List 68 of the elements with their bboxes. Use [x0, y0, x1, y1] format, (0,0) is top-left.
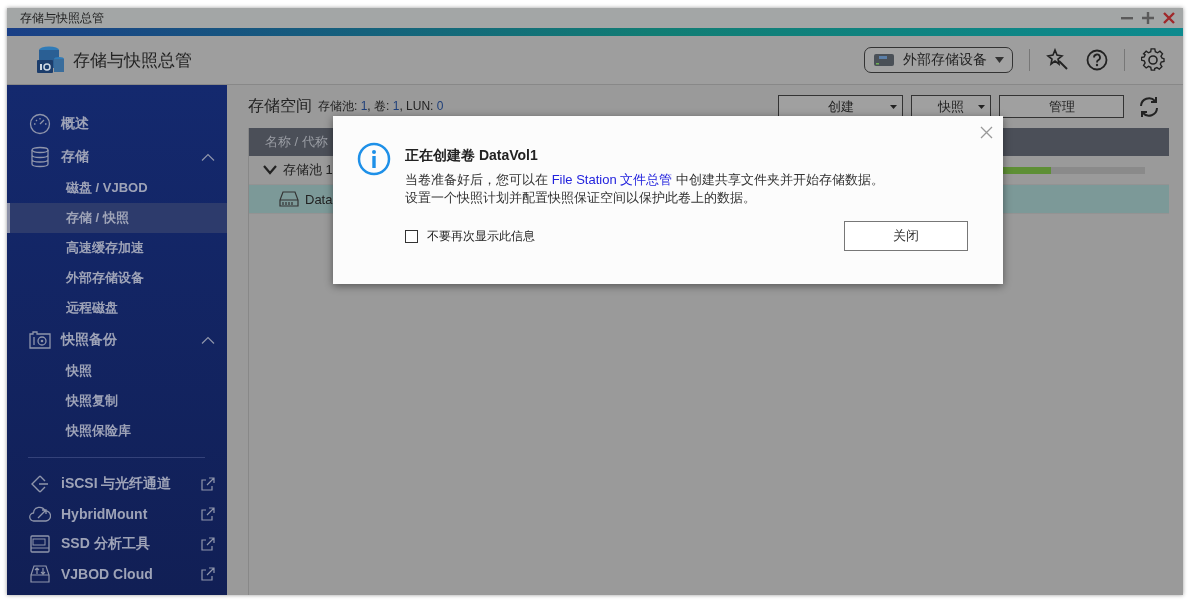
drive-arrows-icon — [29, 565, 51, 583]
sidebar-link-item[interactable]: iSCSI 与光纤通道 — [7, 469, 227, 499]
sidebar-link-item[interactable]: HybridMount — [7, 499, 227, 529]
external-link-icon[interactable] — [201, 537, 215, 551]
sidebar-link-label: iSCSI 与光纤通道 — [61, 475, 172, 493]
sidebar-link-item[interactable]: SSD 分析工具 — [7, 529, 227, 559]
camera-icon — [29, 330, 51, 349]
sidebar-item[interactable]: 快照复制 — [7, 386, 227, 416]
database-icon — [29, 145, 51, 168]
caret-icon — [890, 105, 897, 109]
app-title: 存储与快照总管 — [73, 49, 192, 72]
ssd-drive-icon — [29, 535, 51, 553]
info-icon — [357, 142, 391, 176]
volume-name: Data — [305, 191, 333, 207]
close-icon[interactable] — [1163, 12, 1175, 24]
toolbar-button[interactable]: 管理 — [999, 95, 1124, 118]
dialog-title: 正在创建卷 DataVol1 — [405, 147, 539, 165]
sidebar-link-label: HybridMount — [61, 506, 148, 522]
chevron-up-icon[interactable] — [201, 335, 215, 344]
sidebar-item[interactable]: 外部存储设备 — [7, 263, 227, 293]
storage-summary: 存储池: 1, 卷: 1, LUN: 0 — [318, 98, 444, 115]
external-link-icon[interactable] — [201, 507, 215, 521]
dialog-message: 当卷准备好后，您可以在 File Station 文件总管 中创建共享文件夹并开始存储数据。 — [405, 171, 884, 189]
sidebar-group-item[interactable]: 快照备份 — [7, 323, 227, 356]
drive-icon — [873, 52, 895, 68]
external-storage-dropdown[interactable]: 外部存储设备 — [864, 47, 1013, 73]
dropdown-button[interactable]: 快照 — [911, 95, 991, 118]
settings-icon[interactable] — [1141, 48, 1165, 72]
help-icon[interactable] — [1086, 49, 1108, 71]
window-title: 存储与快照总管 — [20, 9, 104, 27]
sidebar-group-item[interactable]: 存储 — [7, 140, 227, 173]
external-link-icon[interactable] — [201, 567, 215, 581]
diamond-connector-icon — [29, 474, 51, 494]
file-station-link[interactable]: File Station 文件总管 — [551, 172, 673, 187]
chevron-down-icon[interactable] — [263, 165, 277, 175]
sidebar-link-label: VJBOD Cloud — [61, 566, 153, 582]
close-icon[interactable] — [980, 126, 993, 139]
checkbox-label: 不要再次显示此信息 — [427, 227, 535, 245]
sidebar-item[interactable]: 远程磁盘 — [7, 293, 227, 323]
caret-icon — [978, 105, 985, 109]
caret-icon — [995, 57, 1004, 63]
dialog-message: 设置一个快照计划并配置快照保证空间以保护此卷上的数据。 — [405, 189, 757, 207]
sidebar-link-label: SSD 分析工具 — [61, 535, 150, 553]
checkbox[interactable] — [405, 229, 418, 243]
cloud-icon — [29, 505, 51, 523]
sidebar-item[interactable]: 快照保险库 — [7, 416, 227, 446]
sidebar-item[interactable]: 快照 — [7, 356, 227, 386]
sidebar-group-label: 存储 — [61, 147, 89, 166]
sidebar-item[interactable]: 磁盘 / VJBOD — [7, 173, 227, 203]
section-title: 存储空间 — [248, 96, 312, 116]
maximize-icon[interactable] — [1142, 12, 1154, 24]
chevron-up-icon[interactable] — [201, 152, 215, 161]
sidebar-item[interactable]: 存储 / 快照 — [7, 203, 227, 233]
sidebar-group-label: 快照备份 — [61, 330, 117, 349]
sidebar-group-item[interactable]: 概述 — [7, 107, 227, 140]
column-header: 名称 / 代称 — [265, 133, 328, 151]
sidebar-group-label: 概述 — [61, 114, 89, 133]
pool-name: 存储池 1 — [283, 161, 333, 179]
magic-wand-icon[interactable] — [1046, 48, 1070, 72]
sidebar-link-item[interactable]: VJBOD Cloud — [7, 559, 227, 589]
external-link-icon[interactable] — [201, 477, 215, 491]
drive-icon — [279, 191, 299, 207]
storage-logo-icon — [35, 45, 65, 75]
refresh-icon[interactable] — [1137, 94, 1161, 119]
sidebar-item[interactable]: 高速缓存加速 — [7, 233, 227, 263]
close-button[interactable]: 关闭 — [844, 221, 968, 251]
dropdown-button[interactable]: 创建 — [778, 95, 903, 118]
gauge-icon — [29, 112, 51, 135]
